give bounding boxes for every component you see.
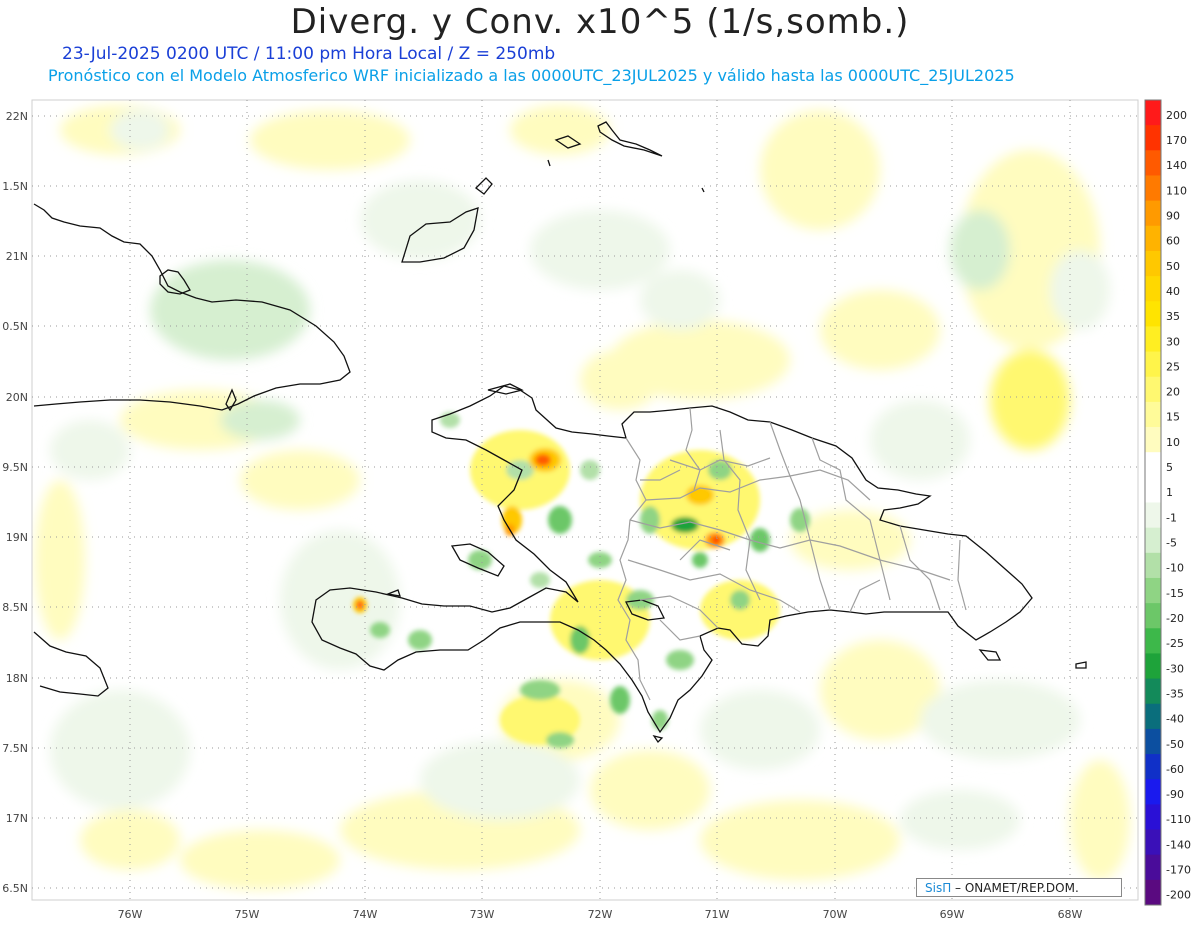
colorbar-label: 25	[1166, 360, 1180, 373]
colorbar-swatch	[1145, 200, 1161, 227]
colorbar-label: 200	[1166, 109, 1187, 122]
colorbar-swatch	[1145, 301, 1161, 327]
colorbar-swatch	[1145, 376, 1161, 403]
colorbar-swatch	[1145, 879, 1161, 906]
colorbar-swatch	[1145, 502, 1161, 529]
colorbar-label: 170	[1166, 134, 1187, 147]
credit-text: – ONAMET/REP.DOM.	[951, 881, 1079, 895]
colorbar-label: -170	[1166, 864, 1191, 877]
colorbar-swatch	[1145, 401, 1161, 428]
lon-label: 70W	[823, 908, 848, 921]
colorbar-swatch	[1145, 653, 1161, 680]
colorbar-label: -5	[1166, 537, 1177, 550]
lon-label: 76W	[118, 908, 143, 921]
colorbar-label: -50	[1166, 738, 1184, 751]
colorbar-label: 140	[1166, 159, 1187, 172]
colorbar-label: 15	[1166, 411, 1180, 424]
colorbar-label: 50	[1166, 260, 1180, 273]
latitude-axis: 22N 1.5N 21N 0.5N 20N 9.5N 19N 8.5N 18N …	[2, 110, 28, 895]
lat-label: 20N	[6, 391, 28, 404]
lon-label: 74W	[353, 908, 378, 921]
colorbar-label: -25	[1166, 637, 1184, 650]
colorbar-label: -1	[1166, 511, 1177, 524]
colorbar-swatch	[1145, 225, 1161, 252]
colorbar-label: 90	[1166, 209, 1180, 222]
lat-label: 8.5N	[2, 601, 28, 614]
colorbar-label: 40	[1166, 285, 1180, 298]
lat-label: 0.5N	[2, 320, 28, 333]
lon-label: 69W	[940, 908, 965, 921]
lat-label: 9.5N	[2, 461, 28, 474]
lat-label: 6.5N	[2, 882, 28, 895]
colorbar-swatch	[1145, 552, 1161, 579]
colorbar-swatch	[1145, 603, 1161, 629]
sispi-logo: SisΠ	[925, 881, 952, 895]
lat-label: 22N	[6, 110, 28, 123]
colorbar-label: 35	[1166, 310, 1180, 323]
colorbar-label: 110	[1166, 184, 1187, 197]
colorbar-swatch	[1145, 854, 1161, 881]
colorbar-swatch	[1145, 125, 1161, 151]
colorbar-label: -110	[1166, 813, 1191, 826]
colorbar-label: -20	[1166, 612, 1184, 625]
lat-label: 21N	[6, 250, 28, 263]
colorbar-swatch	[1145, 577, 1161, 604]
colorbar-swatch	[1145, 804, 1161, 831]
lat-label: 19N	[6, 531, 28, 544]
lon-label: 73W	[470, 908, 495, 921]
colorbar-label: 60	[1166, 235, 1180, 248]
colorbar-swatch	[1145, 150, 1161, 176]
colorbar-label: 5	[1166, 461, 1173, 474]
colorbar-label: 10	[1166, 436, 1180, 449]
colorbar-label: -60	[1166, 763, 1184, 776]
credit-box: SisΠ – ONAMET/REP.DOM.	[916, 878, 1122, 897]
colorbar-label: -30	[1166, 662, 1184, 675]
colorbar-label: -140	[1166, 838, 1191, 851]
colorbar-swatch	[1145, 276, 1161, 302]
colorbar-label: -15	[1166, 587, 1184, 600]
colorbar-label: -40	[1166, 713, 1184, 726]
colorbar-swatch	[1145, 351, 1161, 378]
lon-label: 75W	[235, 908, 260, 921]
colorbar-swatch	[1145, 100, 1161, 126]
colorbar-swatch	[1145, 250, 1161, 277]
colorbar-swatch	[1145, 754, 1161, 780]
colorbar-label: -90	[1166, 788, 1184, 801]
colorbar-swatch	[1145, 427, 1161, 453]
forecast-map: 22N 1.5N 21N 0.5N 20N 9.5N 19N 8.5N 18N …	[2, 99, 1191, 921]
divergence-field	[32, 100, 1138, 900]
lon-label: 68W	[1058, 908, 1083, 921]
colorbar-label: -10	[1166, 562, 1184, 575]
longitude-axis: 76W 75W 74W 73W 72W 71W 70W 69W 68W	[118, 908, 1083, 921]
colorbar-label: 1	[1166, 486, 1173, 499]
colorbar-swatch	[1145, 477, 1161, 503]
lat-label: 7.5N	[2, 742, 28, 755]
lat-label: 17N	[6, 812, 28, 825]
colorbar: 200 170 140 110 90 60 50 40 35 30 25 20 15 10 5 1 -1 -5 -1…	[1144, 99, 1191, 906]
lon-label: 72W	[588, 908, 613, 921]
lon-label: 71W	[705, 908, 730, 921]
colorbar-swatch	[1145, 628, 1161, 654]
colorbar-swatch	[1145, 527, 1161, 554]
colorbar-swatch	[1145, 703, 1161, 730]
colorbar-swatch	[1145, 326, 1161, 353]
colorbar-swatch	[1145, 678, 1161, 705]
colorbar-swatch	[1145, 829, 1161, 856]
colorbar-label: 20	[1166, 386, 1180, 399]
colorbar-swatch	[1145, 452, 1161, 478]
lat-label: 1.5N	[2, 180, 28, 193]
colorbar-swatch	[1145, 728, 1161, 755]
colorbar-swatch	[1145, 779, 1161, 805]
colorbar-label: 30	[1166, 335, 1180, 348]
colorbar-label: -200	[1166, 889, 1191, 902]
colorbar-swatch	[1145, 175, 1161, 202]
lat-label: 18N	[6, 672, 28, 685]
colorbar-label: -35	[1166, 687, 1184, 700]
